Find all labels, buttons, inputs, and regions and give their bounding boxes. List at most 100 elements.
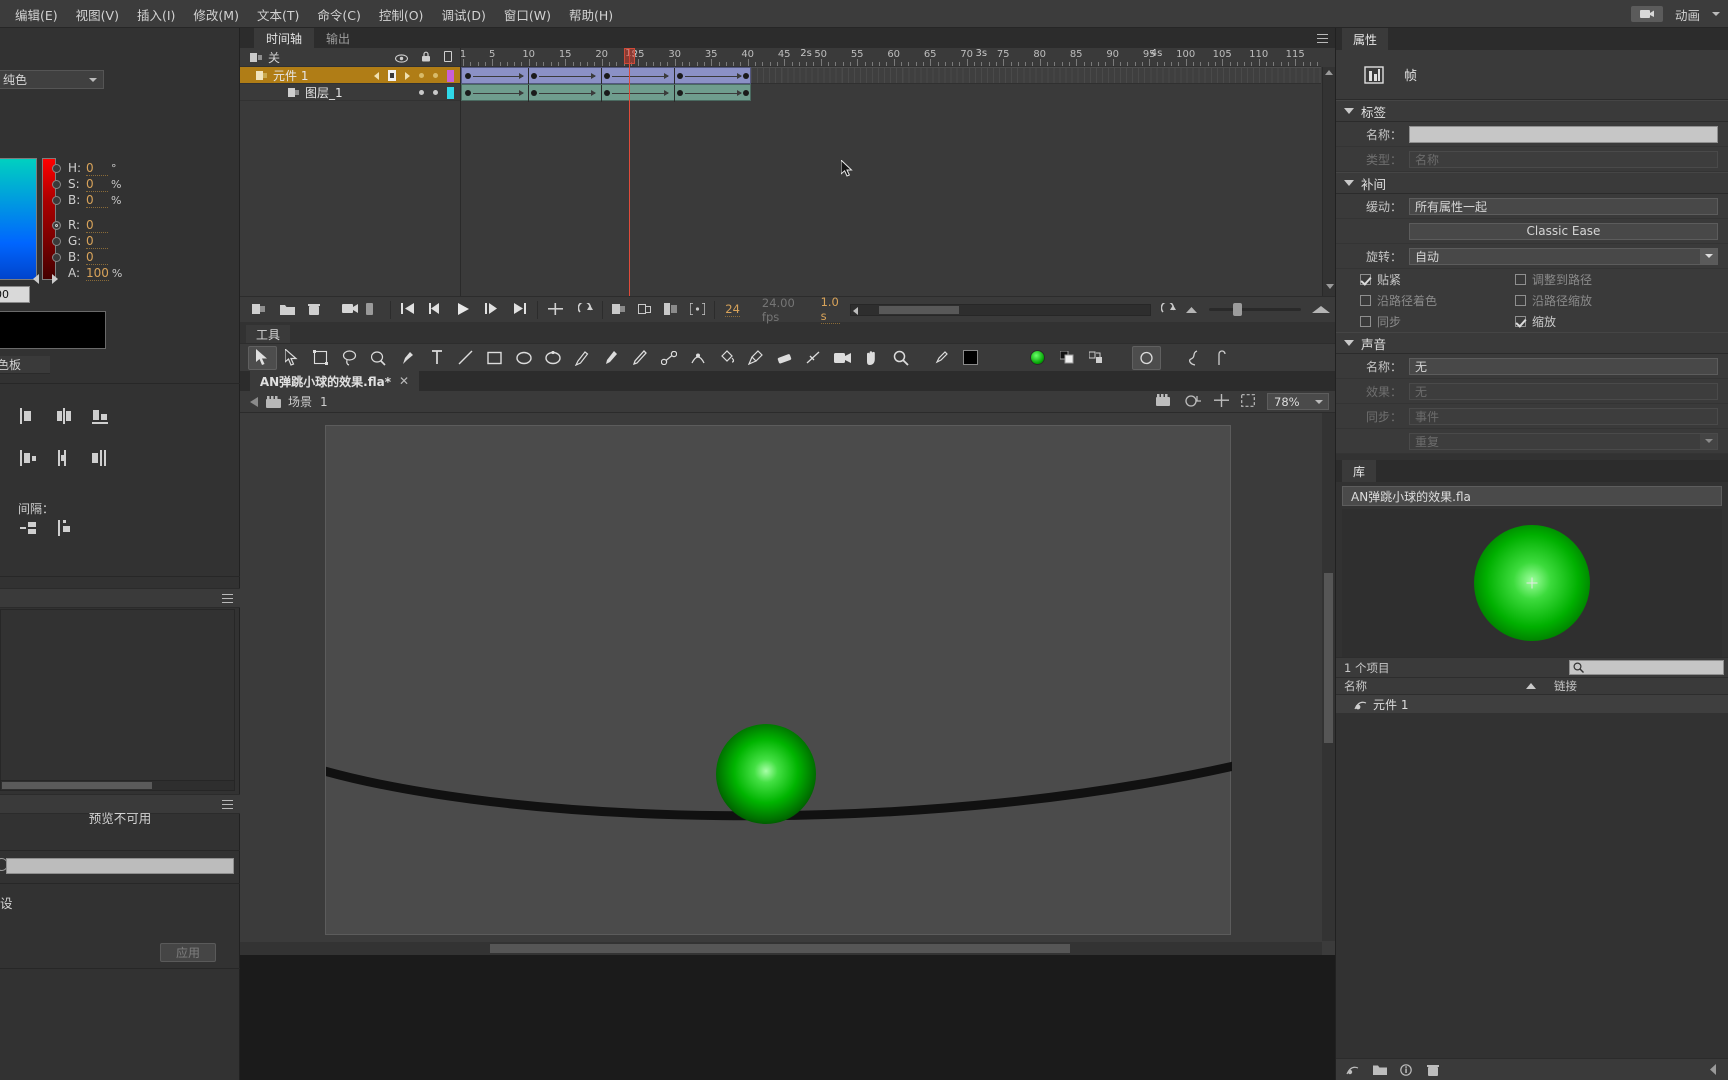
- horizontal-scrollbar[interactable]: [0, 780, 235, 791]
- elapsed-time-value[interactable]: 1.0 s: [820, 295, 840, 324]
- onion-skin-icon[interactable]: [250, 52, 263, 63]
- test-movie-icon[interactable]: [1630, 6, 1663, 22]
- chevron-down-icon[interactable]: [89, 77, 97, 82]
- sound-sync-select[interactable]: 事件: [1409, 407, 1718, 425]
- distribute-right-icon[interactable]: [92, 450, 110, 467]
- eyedropper-tool-icon[interactable]: [741, 346, 770, 370]
- snap-checkbox-cell[interactable]: 贴紧: [1360, 271, 1515, 288]
- twisty-icon[interactable]: [1344, 180, 1354, 186]
- sound-repeat-select[interactable]: 重复: [1409, 432, 1718, 450]
- layer-color-chip[interactable]: [447, 69, 454, 82]
- fill-color-swatch[interactable]: [1023, 346, 1052, 370]
- channel-value-h[interactable]: 0: [86, 161, 108, 176]
- keyframe-marker[interactable]: [465, 90, 471, 96]
- back-arrow-icon[interactable]: [250, 396, 258, 407]
- timeline-frames-area[interactable]: [461, 67, 1321, 296]
- channel-value-s[interactable]: 0: [86, 177, 108, 192]
- channel-value-b-rgb[interactable]: 0: [86, 250, 108, 265]
- black-white-colors-icon[interactable]: [1052, 346, 1081, 370]
- oval-tool-icon[interactable]: [509, 346, 538, 370]
- layer-row-layer1[interactable]: 图层_1: [240, 84, 460, 101]
- label-type-select[interactable]: 名称: [1409, 150, 1718, 168]
- channel-radio-g[interactable]: [52, 236, 61, 246]
- zoom-level-select[interactable]: 78%: [1267, 393, 1329, 410]
- empty-frames-symbol[interactable]: [751, 67, 1321, 84]
- stage-horizontal-scrollbar[interactable]: [240, 942, 1322, 955]
- stage-toggle-icon[interactable]: [366, 303, 380, 316]
- timeline-menu-icon[interactable]: [1317, 34, 1328, 43]
- channel-radio-b-rgb[interactable]: [52, 252, 61, 262]
- close-icon[interactable]: ✕: [399, 374, 409, 388]
- channel-radio-r[interactable]: [52, 220, 61, 230]
- stroke-color-swatch[interactable]: [956, 346, 985, 370]
- properties-icon[interactable]: [1400, 1063, 1413, 1076]
- timeline-horizontal-scrollbar[interactable]: [849, 303, 1151, 316]
- channel-row-r[interactable]: R: 0: [52, 217, 192, 233]
- scale-checkbox-cell[interactable]: 缩放: [1515, 313, 1670, 330]
- align-right-icon[interactable]: [92, 408, 110, 425]
- layer-visibility-dot[interactable]: [419, 90, 424, 95]
- orient-to-path-checkbox[interactable]: [1515, 274, 1526, 285]
- label-name-input[interactable]: [1409, 125, 1718, 143]
- scrollbar-thumb[interactable]: [2, 782, 152, 789]
- library-column-name[interactable]: 名称: [1336, 678, 1526, 694]
- next-layer-icon[interactable]: [405, 71, 410, 80]
- stroke-color-icon[interactable]: [927, 346, 956, 370]
- menu-help[interactable]: 帮助(H): [560, 1, 622, 28]
- swap-colors-icon[interactable]: [1081, 346, 1110, 370]
- workspace-label[interactable]: 动画: [1675, 5, 1700, 24]
- tab-tools[interactable]: 工具: [246, 325, 291, 343]
- channel-row-s[interactable]: S: 0 %: [52, 176, 192, 192]
- channel-value-r[interactable]: 0: [86, 218, 108, 233]
- reset-zoom-icon[interactable]: [1160, 301, 1176, 316]
- channel-value-g[interactable]: 0: [86, 234, 108, 249]
- step-forward-icon[interactable]: [484, 303, 499, 316]
- hex-color-input[interactable]: 00000: [0, 286, 30, 303]
- space-evenly-horizontal-icon[interactable]: [20, 520, 38, 537]
- library-search-input[interactable]: [1569, 660, 1724, 675]
- eye-icon[interactable]: [394, 52, 409, 63]
- current-frame-value[interactable]: 24: [725, 302, 740, 317]
- scrollbar-thumb[interactable]: [490, 944, 1070, 953]
- sound-effect-select[interactable]: 无: [1409, 382, 1718, 400]
- center-frame-icon[interactable]: [547, 303, 563, 316]
- sync-checkbox[interactable]: [1360, 316, 1371, 327]
- new-folder-icon[interactable]: [280, 303, 295, 316]
- channel-value-a[interactable]: 100: [86, 266, 109, 281]
- tint-along-path-checkbox[interactable]: [1360, 295, 1371, 306]
- channel-row-g[interactable]: G: 0: [52, 233, 192, 249]
- menu-debug[interactable]: 调试(D): [432, 1, 494, 28]
- zoom-out-icon[interactable]: [1185, 303, 1199, 316]
- prev-layer-icon[interactable]: [374, 71, 379, 80]
- keyframe-marker[interactable]: [604, 73, 610, 79]
- menu-edit[interactable]: 编辑(E): [6, 1, 67, 28]
- new-symbol-icon[interactable]: [1346, 1064, 1359, 1076]
- library-list-item[interactable]: 元件 1: [1336, 695, 1728, 713]
- frame-strip-tween-layer1[interactable]: [461, 84, 751, 102]
- scroll-up-icon[interactable]: [1325, 70, 1333, 75]
- align-center-horizontal-icon[interactable]: [56, 408, 74, 425]
- keyframe-marker[interactable]: [677, 90, 683, 96]
- timeline-zoom-slider[interactable]: [1208, 303, 1301, 316]
- channel-value-b-hsb[interactable]: 0: [86, 193, 108, 208]
- zoom-slider-knob[interactable]: [1232, 303, 1242, 316]
- zoom-tool-icon[interactable]: [886, 346, 915, 370]
- zoom-in-icon[interactable]: [1311, 303, 1330, 316]
- align-left-icon[interactable]: [20, 408, 38, 425]
- bone-tool-icon[interactable]: [654, 346, 683, 370]
- new-layer-icon[interactable]: [252, 303, 266, 316]
- keyframe-marker[interactable]: [465, 73, 471, 79]
- fill-type-select[interactable]: 纯色: [0, 70, 104, 89]
- camera-tool-icon[interactable]: [828, 346, 857, 370]
- scrollbar-thumb[interactable]: [1324, 573, 1333, 743]
- chevron-down-icon[interactable]: [1700, 433, 1717, 449]
- object-drawing-mode-icon[interactable]: [1132, 345, 1161, 370]
- chevron-down-icon[interactable]: [1700, 248, 1717, 264]
- paint-brush-tool-icon[interactable]: [625, 346, 654, 370]
- channel-radio-b-hsb[interactable]: [52, 195, 61, 205]
- step-back-icon[interactable]: [428, 303, 443, 316]
- brush-tool-icon[interactable]: [596, 346, 625, 370]
- bind-tool-icon[interactable]: [683, 346, 712, 370]
- selection-tool-icon[interactable]: [248, 345, 277, 370]
- space-evenly-vertical-icon[interactable]: [56, 520, 74, 537]
